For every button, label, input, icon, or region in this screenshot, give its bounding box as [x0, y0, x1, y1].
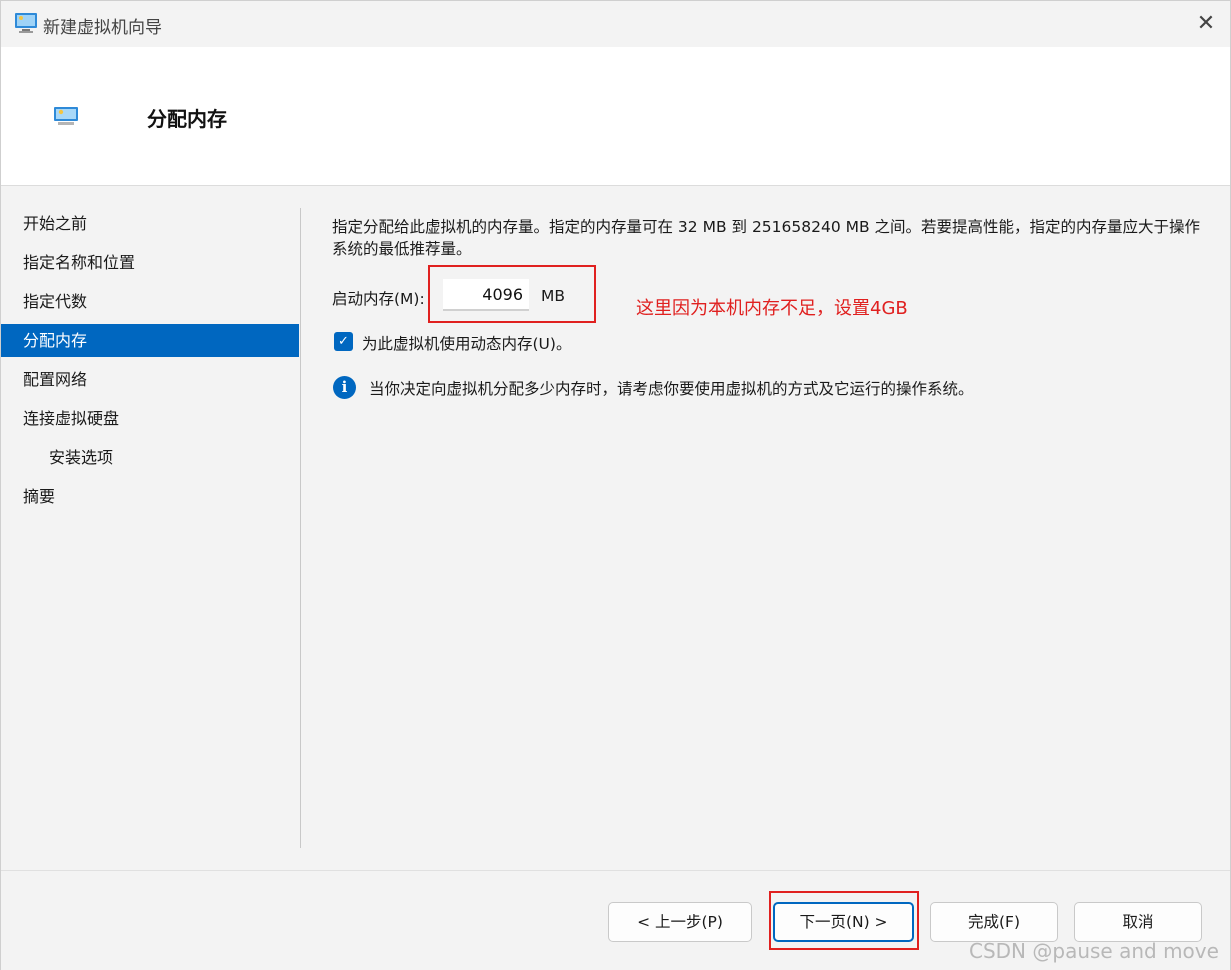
nav-item-assign-memory[interactable]: 分配内存 — [1, 324, 299, 357]
memory-settings-panel: 指定分配给此虚拟机的内存量。指定的内存量可在 32 MB 到 251658240… — [301, 186, 1230, 851]
nav-item-summary[interactable]: 摘要 — [1, 480, 299, 513]
annotation-highlight-box — [428, 265, 596, 323]
memory-description: 指定分配给此虚拟机的内存量。指定的内存量可在 32 MB 到 251658240… — [332, 218, 1201, 258]
annotation-text: 这里因为本机内存不足，设置4GB — [636, 298, 908, 319]
finish-button[interactable]: 完成(F) — [930, 902, 1058, 942]
nav-item-connect-vhd[interactable]: 连接虚拟硬盘 — [1, 402, 299, 435]
nav-item-generation[interactable]: 指定代数 — [1, 285, 299, 318]
nav-item-name-location[interactable]: 指定名称和位置 — [1, 246, 299, 279]
startup-memory-label: 启动内存(M): — [332, 290, 425, 308]
nav-item-configure-network[interactable]: 配置网络 — [1, 363, 299, 396]
page-title: 分配内存 — [147, 107, 227, 131]
wizard-steps-nav: 开始之前 指定名称和位置 指定代数 分配内存 配置网络 连接虚拟硬盘 安装选项 … — [1, 186, 301, 851]
title-bar: 新建虚拟机向导 ✕ — [1, 1, 1230, 47]
hyperv-vm-icon — [53, 105, 79, 131]
annotation-highlight-box — [769, 891, 919, 950]
page-header: 分配内存 — [1, 47, 1230, 186]
wizard-footer: < 上一步(P) 下一页(N) > 完成(F) 取消 CSDN @pause a… — [1, 870, 1230, 970]
dynamic-memory-checkbox[interactable]: ✓ — [334, 332, 353, 351]
close-icon[interactable]: ✕ — [1191, 9, 1221, 39]
dynamic-memory-label[interactable]: 为此虚拟机使用动态内存(U)。 — [362, 332, 571, 354]
info-icon: i — [333, 376, 356, 399]
info-text: 当你决定向虚拟机分配多少内存时，请考虑你要使用虚拟机的方式及它运行的操作系统。 — [369, 380, 974, 398]
wizard-window: 新建虚拟机向导 ✕ 分配内存 开始之前 指定名称和位置 指定代数 分配内存 配置… — [0, 0, 1231, 970]
hyperv-vm-icon — [14, 12, 38, 38]
cancel-button[interactable]: 取消 — [1074, 902, 1202, 942]
watermark: CSDN @pause and move — [969, 939, 1219, 963]
back-button[interactable]: < 上一步(P) — [608, 902, 752, 942]
nav-item-install-options[interactable]: 安装选项 — [1, 441, 299, 474]
window-title: 新建虚拟机向导 — [43, 18, 162, 38]
nav-item-before-you-begin[interactable]: 开始之前 — [1, 207, 299, 240]
